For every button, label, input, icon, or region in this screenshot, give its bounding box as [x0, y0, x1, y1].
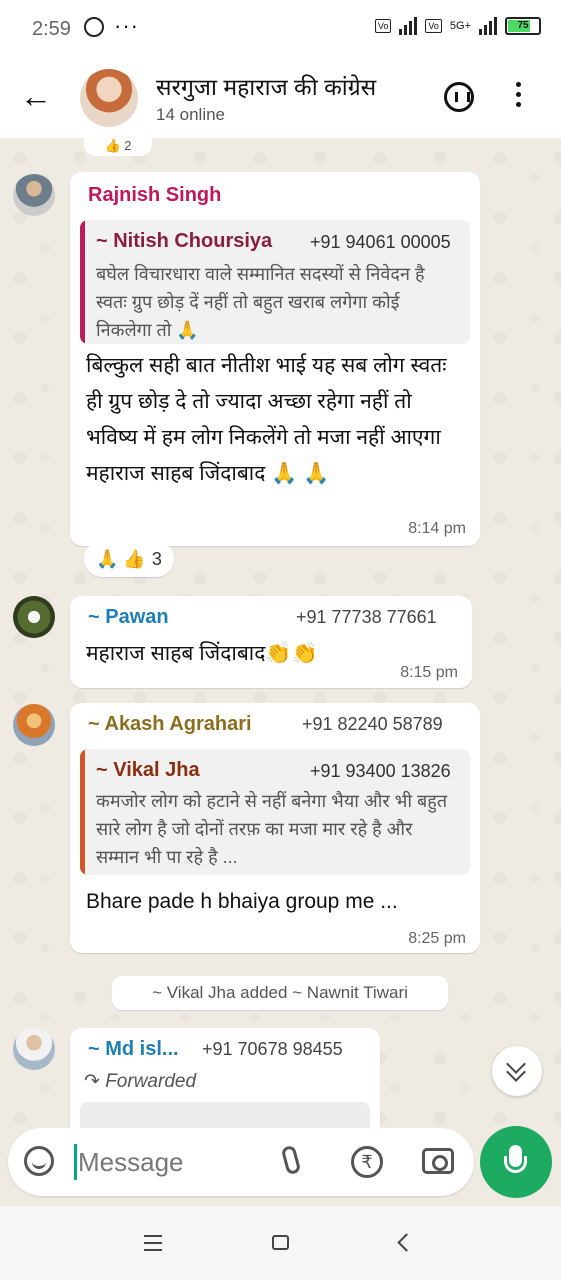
sender-name[interactable]: Rajnish Singh: [88, 184, 221, 207]
avatar[interactable]: [13, 1028, 55, 1070]
group-avatar[interactable]: [80, 69, 138, 127]
forward-icon: ↷: [84, 1071, 100, 1092]
media-preview[interactable]: [80, 1102, 370, 1128]
group-title[interactable]: सरगुजा महाराज की कांग्रेस: [156, 70, 376, 102]
quoted-phone: +91 94061 00005: [310, 232, 451, 252]
message-bubble[interactable]: ~ Pawan +91 77738 77661 महाराज साहब जिंद…: [70, 596, 472, 688]
status-time: 2:59: [32, 18, 71, 40]
home-icon[interactable]: [272, 1235, 289, 1250]
system-message: ~ Vikal Jha added ~ Nawnit Tiwari: [112, 976, 448, 1010]
online-count: 14 online: [156, 105, 226, 124]
quoted-phone: +91 93400 13826: [310, 761, 451, 781]
network-type: 5G+: [449, 20, 471, 32]
sender-phone: +91 77738 77661: [296, 607, 437, 627]
message-bubble[interactable]: Rajnish Singh ~ Nitish Choursiya +91 940…: [70, 172, 480, 546]
sender-name[interactable]: ~ Pawan: [88, 606, 169, 629]
system-nav-bar: [0, 1206, 561, 1280]
avatar[interactable]: [13, 704, 55, 746]
mic-button[interactable]: [480, 1126, 552, 1198]
voice-chat-icon[interactable]: [444, 82, 474, 112]
quote-bar: [80, 220, 85, 344]
chat-header: ← सरगुजा महाराज की कांग्रेस 14 online: [0, 58, 561, 138]
text-cursor: [74, 1144, 77, 1180]
sender-phone: +91 70678 98455: [202, 1039, 343, 1059]
sender-name[interactable]: ~ Md isl...: [88, 1038, 179, 1061]
reaction-emojis: 🙏 👍: [96, 548, 146, 569]
status-icons: Vo Vo 5G+ 75: [374, 17, 541, 35]
reaction-count: 3: [151, 548, 162, 569]
volte-icon: Vo: [374, 19, 392, 33]
more-options-icon[interactable]: [516, 82, 522, 112]
whatsapp-notification-icon: [84, 17, 104, 37]
quoted-text: बघेल विचारधारा वाले सम्मानित सदस्यों से …: [96, 264, 425, 340]
quoted-sender: ~ Vikal Jha: [96, 759, 200, 781]
avatar[interactable]: [13, 596, 55, 638]
message-text: बिल्कुल सही बात नीतीश भाई यह सब लोग स्वत…: [86, 354, 447, 485]
nav-back-icon[interactable]: [397, 1233, 416, 1252]
quoted-message[interactable]: ~ Vikal Jha +91 93400 13826 कमजोर लोग को…: [80, 749, 470, 875]
avatar[interactable]: [13, 174, 55, 216]
message-input-bar[interactable]: Message ₹: [8, 1128, 474, 1196]
system-message-text: ~ Vikal Jha added ~ Nawnit Tiwari: [152, 983, 408, 1002]
quoted-message[interactable]: ~ Nitish Choursiya +91 94061 00005 बघेल …: [80, 220, 470, 344]
more-notifications-icon: ···: [114, 13, 139, 38]
payment-icon[interactable]: ₹: [351, 1146, 383, 1178]
signal-icon: [399, 17, 418, 35]
sender-phone: +91 82240 58789: [302, 714, 443, 734]
vonr-icon: Vo: [425, 19, 442, 33]
scroll-to-bottom-button[interactable]: [492, 1046, 542, 1096]
message-bubble[interactable]: ~ Md isl... +91 70678 98455 ↷ Forwarded: [70, 1028, 380, 1128]
attach-icon[interactable]: [280, 1144, 302, 1176]
signal-icon-2: [479, 17, 497, 35]
chat-area[interactable]: 👍 2 Rajnish Singh ~ Nitish Choursiya +91…: [0, 138, 561, 1128]
sticker-icon[interactable]: [24, 1146, 54, 1176]
battery-icon: 75: [505, 17, 541, 35]
back-arrow-icon[interactable]: ←: [20, 78, 52, 115]
camera-icon[interactable]: [422, 1148, 454, 1174]
reaction-badge[interactable]: 👍 2: [84, 138, 152, 156]
message-time: 8:15 pm: [400, 664, 458, 681]
quote-bar: [80, 749, 85, 875]
message-time: 8:14 pm: [408, 520, 466, 537]
message-time: 8:25 pm: [408, 930, 466, 947]
forwarded-label: ↷ Forwarded: [84, 1071, 197, 1092]
message-text: Bhare pade h bhaiya group me ...: [86, 890, 398, 913]
message-bubble[interactable]: ~ Akash Agrahari +91 82240 58789 ~ Vikal…: [70, 703, 480, 953]
recent-apps-icon[interactable]: [144, 1235, 162, 1256]
sender-name[interactable]: ~ Akash Agrahari: [88, 713, 252, 736]
quoted-sender: ~ Nitish Choursiya: [96, 230, 273, 252]
quoted-text: कमजोर लोग को हटाने से नहीं बनेगा भैया और…: [96, 791, 448, 867]
status-bar: 2:59 ··· Vo Vo 5G+ 75: [0, 0, 561, 58]
message-text: महाराज साहब जिंदाबाद👏👏: [86, 642, 318, 665]
message-input[interactable]: Message: [78, 1147, 184, 1178]
reaction-badge[interactable]: 🙏 👍 3: [84, 541, 174, 577]
